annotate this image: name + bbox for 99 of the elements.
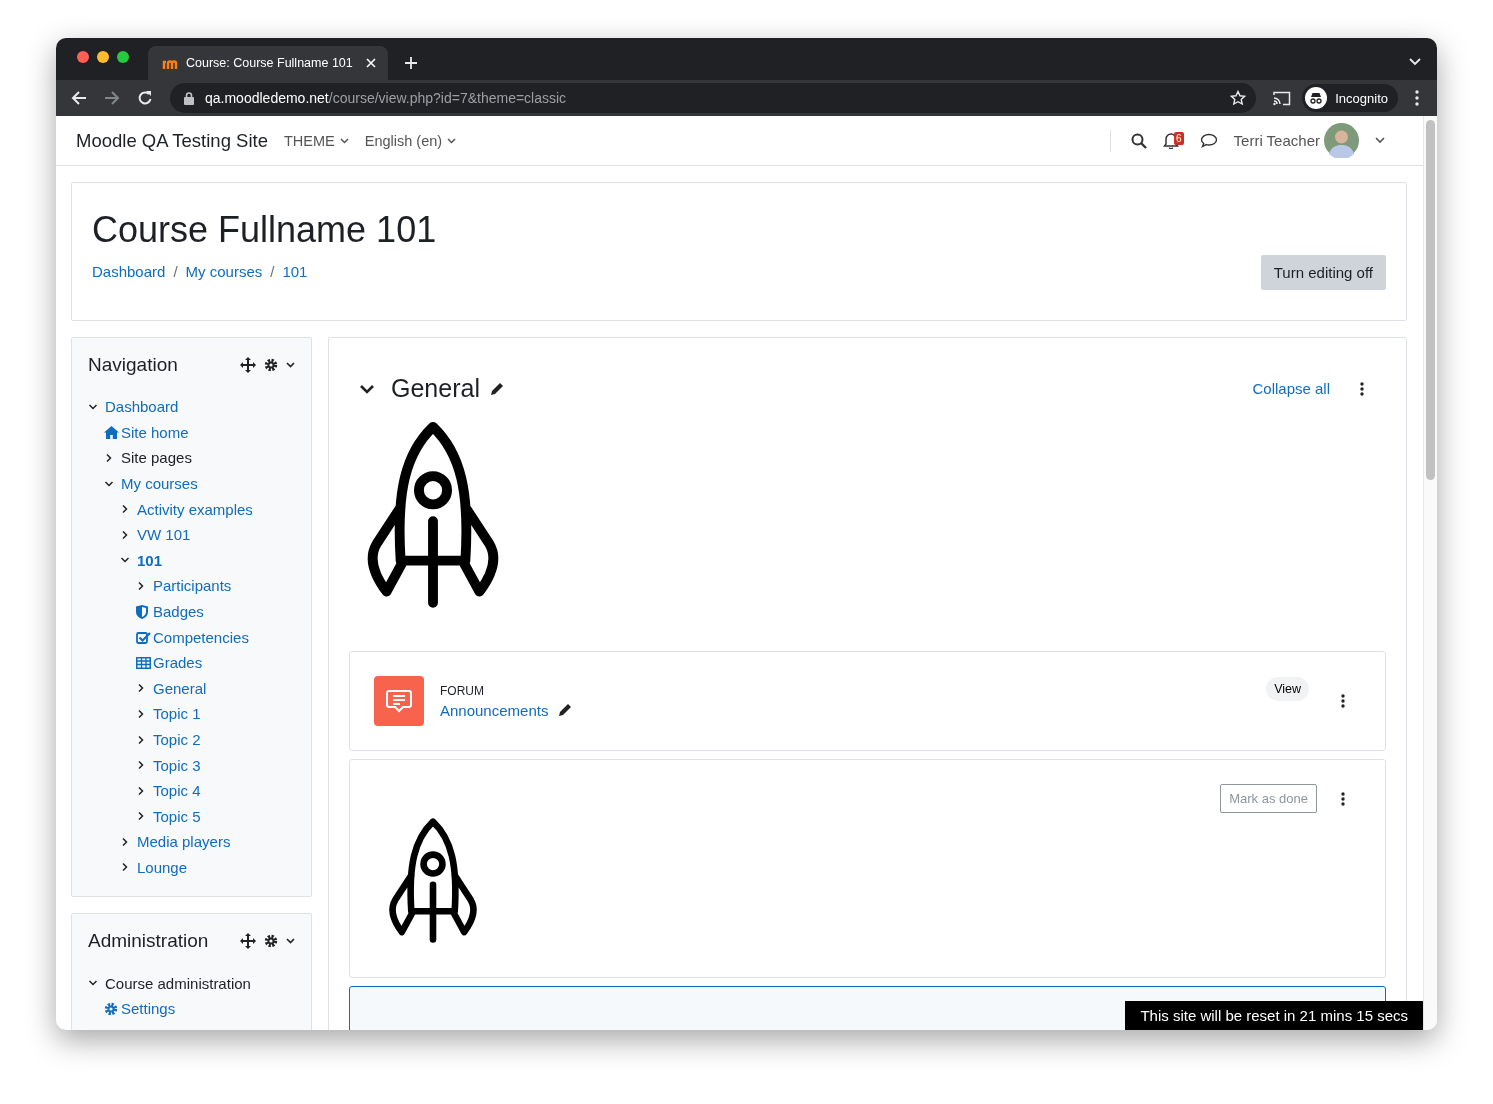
nav-item[interactable]: Topic 5: [153, 807, 201, 825]
chevron-icon[interactable]: [136, 580, 146, 591]
chevron-icon[interactable]: [120, 836, 130, 847]
nav-item[interactable]: Dashboard: [105, 398, 179, 416]
caret-icon: [447, 137, 457, 144]
user-menu-icon[interactable]: [1375, 137, 1385, 144]
mark-as-done-button[interactable]: Mark as done: [1220, 784, 1317, 813]
chevron-icon[interactable]: [136, 760, 146, 771]
breadcrumb-separator: /: [173, 263, 178, 280]
chevron-icon[interactable]: [136, 683, 146, 694]
nav-item[interactable]: Badges: [153, 603, 204, 621]
close-icon[interactable]: [366, 58, 376, 68]
nav-item[interactable]: Grades: [153, 654, 203, 672]
address-bar[interactable]: qa.moodledemo.net/course/view.php?id=7&theme=classic: [170, 83, 1257, 113]
message-icon[interactable]: [1199, 133, 1218, 148]
avatar-icon[interactable]: [1324, 123, 1359, 158]
block-title: Administration: [88, 930, 210, 953]
navbar-menu[interactable]: English (en): [364, 132, 457, 149]
profile-button[interactable]: Incognito: [1302, 84, 1398, 112]
chevron-icon[interactable]: [120, 529, 130, 540]
view-button[interactable]: View: [1266, 677, 1309, 701]
activity-type: FORUM: [440, 683, 485, 698]
chevron-icon[interactable]: [136, 734, 146, 745]
nav-item[interactable]: Topic 2: [153, 731, 201, 748]
nav-item[interactable]: Topic 3: [153, 756, 201, 774]
nav-item[interactable]: Activity examples: [137, 500, 253, 518]
activity-link[interactable]: Announcements: [440, 701, 549, 719]
notification-count: 6: [1174, 132, 1184, 145]
forward-icon[interactable]: [104, 90, 120, 106]
new-tab-icon[interactable]: [404, 56, 418, 70]
move-icon[interactable]: [240, 933, 256, 950]
shield-icon: [136, 604, 148, 619]
browser-menu-icon[interactable]: [1415, 90, 1419, 106]
nav-item[interactable]: Media players: [137, 833, 231, 851]
close-button[interactable]: [77, 51, 89, 63]
reload-icon[interactable]: [137, 90, 153, 106]
nav-item[interactable]: Competencies: [153, 628, 249, 646]
nav-item[interactable]: Topic 4: [153, 782, 201, 800]
pencil-icon[interactable]: [558, 703, 573, 717]
section-title: General: [391, 374, 480, 403]
settings-icon[interactable]: [264, 358, 278, 372]
nav-item[interactable]: My courses: [121, 475, 198, 493]
incognito-icon: [1305, 87, 1328, 109]
reset-notice: This site will be reset in 21 mins 15 secs: [1125, 1001, 1423, 1030]
tab-list-icon[interactable]: [1409, 58, 1421, 66]
zoom-button[interactable]: [117, 51, 129, 63]
tab-title: Course: Course Fullname 101: [186, 56, 354, 70]
nav-item[interactable]: Site home: [121, 423, 189, 441]
chevron-icon[interactable]: [120, 862, 130, 873]
nav-item[interactable]: VW 101: [137, 526, 191, 544]
lock-icon: [184, 91, 194, 105]
navbar-menu[interactable]: THEME: [283, 132, 349, 149]
tab-favicon-icon: [162, 57, 178, 69]
settings-icon: [104, 1001, 118, 1016]
site-name[interactable]: Moodle QA Testing Site: [76, 129, 268, 152]
bell-icon[interactable]: [1163, 132, 1179, 149]
browser-tab[interactable]: Course: Course Fullname 101: [148, 46, 388, 80]
nav-item[interactable]: 101: [137, 551, 163, 569]
collapse-all-link[interactable]: Collapse all: [1252, 380, 1330, 397]
caret-icon[interactable]: [286, 362, 295, 368]
move-icon[interactable]: [240, 357, 256, 373]
pencil-icon[interactable]: [489, 381, 504, 396]
breadcrumb-separator: /: [270, 263, 275, 280]
chevron-icon[interactable]: [104, 453, 114, 463]
kebab-icon[interactable]: [1341, 694, 1345, 708]
breadcrumb-link[interactable]: 101: [282, 263, 308, 280]
nav-item[interactable]: Participants: [153, 577, 232, 595]
nav-item[interactable]: Lounge: [137, 859, 188, 876]
chevron-icon[interactable]: [359, 382, 375, 395]
kebab-icon[interactable]: [1341, 791, 1345, 806]
breadcrumb-link[interactable]: My courses: [185, 263, 263, 280]
table-icon: [136, 656, 151, 669]
scrollbar[interactable]: [1423, 116, 1437, 1030]
cast-icon[interactable]: [1273, 90, 1292, 106]
block-title: Navigation: [88, 354, 179, 376]
search-icon[interactable]: [1131, 132, 1147, 149]
course-title: Course Fullname 101: [92, 208, 438, 252]
caret-icon[interactable]: [286, 938, 295, 945]
back-icon[interactable]: [71, 90, 87, 106]
nav-item[interactable]: Course administration: [105, 974, 251, 992]
user-name[interactable]: Terri Teacher: [1233, 132, 1320, 149]
star-icon[interactable]: [1230, 90, 1247, 106]
forum-icon[interactable]: [374, 676, 424, 726]
chevron-icon[interactable]: [136, 785, 146, 796]
caret-icon: [339, 137, 349, 144]
chevron-icon[interactable]: [136, 708, 146, 719]
checkbox-icon: [136, 630, 151, 644]
chevron-icon[interactable]: [120, 504, 130, 515]
minimize-button[interactable]: [97, 51, 109, 63]
nav-item[interactable]: Settings: [121, 1000, 176, 1018]
home-icon: [104, 425, 119, 439]
nav-item[interactable]: General: [153, 679, 207, 697]
nav-item[interactable]: Topic 1: [153, 705, 201, 723]
chevron-icon[interactable]: [136, 811, 146, 822]
edit-mode-button[interactable]: Turn editing off: [1260, 255, 1386, 290]
settings-icon[interactable]: [264, 934, 278, 949]
kebab-icon[interactable]: [1360, 381, 1364, 396]
breadcrumb-link[interactable]: Dashboard: [92, 263, 166, 280]
nav-item[interactable]: Site pages: [121, 449, 192, 467]
